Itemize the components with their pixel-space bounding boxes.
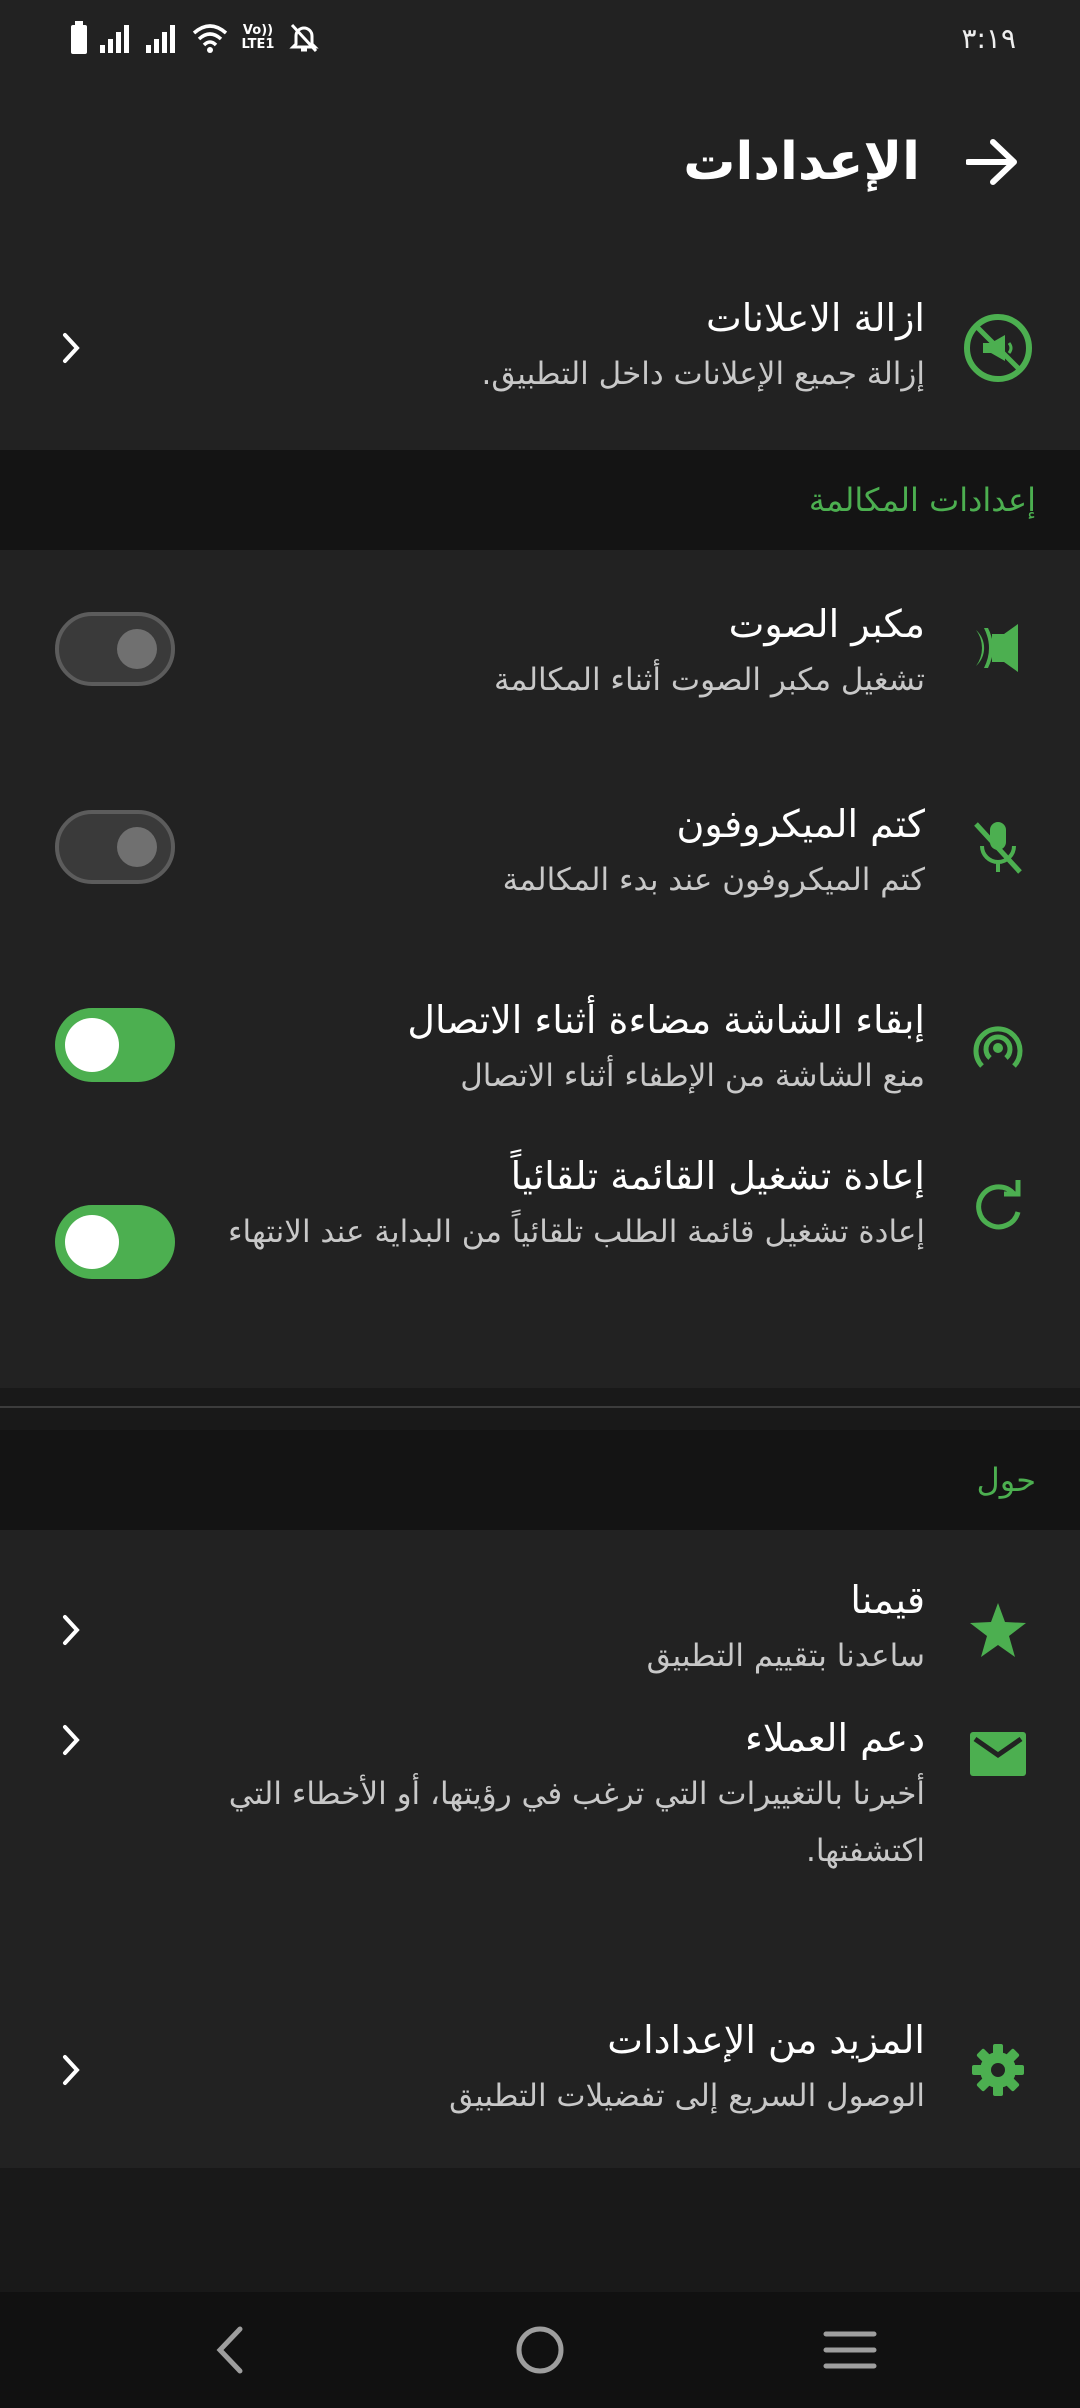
- speaker-toggle-knob: [117, 629, 157, 669]
- more-settings-text: المزيد من الإعدادات الوصول السريع إلى تف…: [200, 2012, 925, 2125]
- more-settings-row[interactable]: المزيد من الإعدادات الوصول السريع إلى تف…: [0, 1990, 1080, 2150]
- wifi-icon: [192, 24, 228, 53]
- auto-restart-text: إعادة تشغيل القائمة تلقائياً إعادة تشغيل…: [200, 1148, 925, 1261]
- auto-restart-title: إعادة تشغيل القائمة تلقائياً: [510, 1154, 925, 1198]
- auto-restart-toggle[interactable]: [55, 1205, 175, 1279]
- gear-icon: [962, 2034, 1034, 2106]
- chevron-right-icon: [56, 1720, 86, 1760]
- keep-screen-on-text: إبقاء الشاشة مضاءة أثناء الاتصال منع الش…: [200, 992, 925, 1105]
- rate-us-row[interactable]: قيمنا ساعدنا بتقييم التطبيق: [0, 1550, 1080, 1700]
- speaker-text: مكبر الصوت تشغيل مكبر الصوت أثناء المكال…: [200, 596, 925, 709]
- mail-icon: [962, 1718, 1034, 1790]
- remove-ads-row[interactable]: ازالة الاعلانات إزالة جميع الإعلانات داخ…: [0, 248, 1080, 450]
- speaker-subtitle: تشغيل مكبر الصوت أثناء المكالمة: [494, 662, 925, 698]
- rate-us-text: قيمنا ساعدنا بتقييم التطبيق: [200, 1572, 925, 1685]
- no-ads-icon: [962, 312, 1034, 384]
- auto-restart-subtitle: إعادة تشغيل قائمة الطلب تلقائياً من البد…: [227, 1214, 925, 1250]
- nav-menu-button[interactable]: [814, 2314, 886, 2386]
- chevron-right-icon: [56, 1610, 86, 1650]
- about-header-label: حول: [976, 1461, 1036, 1499]
- customer-support-subtitle: أخبرنا بالتغييرات التي ترغب في رؤيتها، أ…: [228, 1776, 925, 1869]
- broadcast-icon: [962, 1010, 1034, 1082]
- mute-mic-toggle-knob: [117, 827, 157, 867]
- rate-us-subtitle: ساعدنا بتقييم التطبيق: [646, 1638, 925, 1674]
- keep-screen-on-toggle[interactable]: [55, 1008, 175, 1082]
- customer-support-row[interactable]: دعم العملاء أخبرنا بالتغييرات التي ترغب …: [0, 1710, 1080, 1950]
- keep-screen-on-subtitle: منع الشاشة من الإطفاء أثناء الاتصال: [460, 1058, 925, 1094]
- speaker-row[interactable]: مكبر الصوت تشغيل مكبر الصوت أثناء المكال…: [0, 550, 1080, 750]
- refresh-icon: [962, 1170, 1034, 1242]
- keep-screen-on-title: إبقاء الشاشة مضاءة أثناء الاتصال: [407, 998, 925, 1042]
- chevron-left-icon: [216, 2326, 243, 2374]
- mute-mic-subtitle: كتم الميكروفون عند بدء المكالمة: [502, 862, 925, 898]
- auto-restart-row[interactable]: إعادة تشغيل القائمة تلقائياً إعادة تشغيل…: [0, 1148, 1080, 1388]
- volte-icon: Vo)) LTE1: [241, 23, 275, 52]
- section-divider: [0, 1406, 1080, 1408]
- customer-support-text: دعم العملاء أخبرنا بالتغييرات التي ترغب …: [200, 1710, 925, 1880]
- remove-ads-text: ازالة الاعلانات إزالة جميع الإعلانات داخ…: [200, 290, 925, 403]
- nav-home-button[interactable]: [504, 2314, 576, 2386]
- signal-icon: [146, 25, 175, 53]
- mute-mic-text: كتم الميكروفون كتم الميكروفون عند بدء ال…: [200, 796, 925, 909]
- speaker-icon: [962, 612, 1034, 684]
- battery-icon: [71, 21, 87, 54]
- speaker-toggle[interactable]: [55, 612, 175, 686]
- status-time: ٣:١٩: [961, 21, 1016, 55]
- about-header: حول: [0, 1430, 1080, 1530]
- back-button[interactable]: [960, 130, 1024, 194]
- status-bar: Vo)) LTE1 ٣:١٩: [0, 0, 1080, 76]
- menu-icon: [823, 2331, 877, 2369]
- mute-mic-title: كتم الميكروفون: [676, 802, 925, 846]
- customer-support-title: دعم العملاء: [745, 1716, 925, 1760]
- nav-back-button[interactable]: [194, 2314, 266, 2386]
- speaker-title: مكبر الصوت: [728, 602, 925, 646]
- page-title: الإعدادات: [683, 132, 920, 192]
- rate-us-title: قيمنا: [850, 1578, 925, 1622]
- call-settings-header-label: إعدادات المكالمة: [808, 481, 1036, 519]
- mic-off-icon: [962, 812, 1034, 884]
- bell-off-icon: [289, 23, 319, 53]
- remove-ads-subtitle: إزالة جميع الإعلانات داخل التطبيق.: [481, 356, 925, 392]
- more-settings-title: المزيد من الإعدادات: [607, 2018, 925, 2062]
- mute-mic-toggle[interactable]: [55, 810, 175, 884]
- chevron-right-icon: [56, 2050, 86, 2090]
- arrow-forward-icon: [966, 139, 1017, 185]
- circle-home-icon: [516, 2326, 564, 2374]
- status-icons: Vo)) LTE1: [70, 21, 320, 55]
- keep-screen-on-row[interactable]: إبقاء الشاشة مضاءة أثناء الاتصال منع الش…: [0, 948, 1080, 1148]
- navigation-bar: [0, 2292, 1080, 2408]
- mute-mic-row[interactable]: كتم الميكروفون كتم الميكروفون عند بدء ال…: [0, 750, 1080, 948]
- auto-restart-toggle-knob: [65, 1215, 119, 1269]
- star-icon: [962, 1594, 1034, 1666]
- call-settings-header: إعدادات المكالمة: [0, 450, 1080, 550]
- app-bar: الإعدادات: [0, 76, 1080, 248]
- more-settings-subtitle: الوصول السريع إلى تفضيلات التطبيق: [449, 2078, 925, 2114]
- keep-screen-on-toggle-knob: [65, 1018, 119, 1072]
- chevron-right-icon: [56, 328, 86, 368]
- signal-icon: [100, 25, 129, 53]
- remove-ads-title: ازالة الاعلانات: [705, 296, 925, 340]
